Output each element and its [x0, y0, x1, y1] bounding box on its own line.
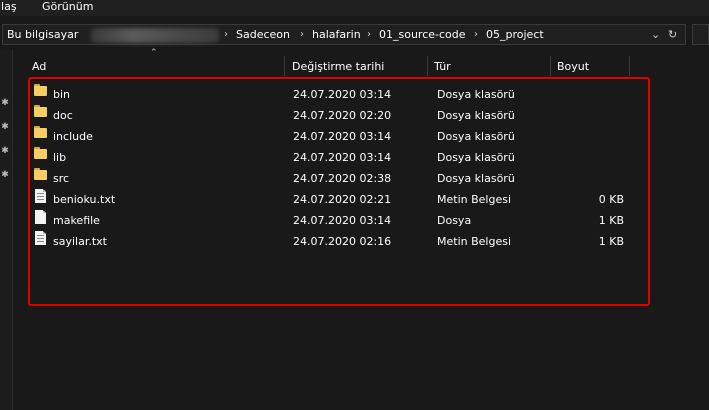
file-type: Dosya klasörü	[437, 151, 515, 164]
menu-item-share[interactable]: ılaş	[0, 0, 17, 14]
file-date: 24.07.2020 02:16	[293, 235, 392, 248]
file-row[interactable]: include 24.07.2020 03:14 Dosya klasörü	[30, 126, 650, 147]
file-name: benioku.txt	[53, 193, 116, 206]
file-date: 24.07.2020 03:14	[293, 130, 392, 143]
file-type: Dosya klasörü	[437, 172, 515, 185]
file-icon	[35, 210, 46, 224]
file-date: 24.07.2020 03:14	[293, 214, 392, 227]
chevron-right-icon[interactable]: ›	[367, 25, 371, 45]
file-row[interactable]: makefile 24.07.2020 03:14 Dosya 1 KB	[30, 210, 650, 231]
column-divider[interactable]	[427, 56, 428, 76]
file-row[interactable]: lib 24.07.2020 03:14 Dosya klasörü	[30, 147, 650, 168]
file-name: include	[53, 130, 93, 143]
column-header-size[interactable]: Boyut	[557, 56, 589, 78]
column-divider[interactable]	[550, 56, 551, 76]
file-row[interactable]: doc 24.07.2020 02:20 Dosya klasörü	[30, 105, 650, 126]
address-box[interactable]: Bu bilgisayar › Sadeceon › halafarin › 0…	[2, 24, 686, 45]
sort-ascending-icon: ⌃	[150, 48, 158, 58]
breadcrumb-project[interactable]: 05_project	[486, 25, 544, 45]
file-row[interactable]: benioku.txt 24.07.2020 02:21 Metin Belge…	[30, 189, 650, 210]
pin-icon: ✱	[1, 98, 9, 108]
refresh-icon[interactable]: ↻	[668, 25, 677, 45]
file-size: 0 KB	[598, 193, 624, 206]
breadcrumb-sadeceon[interactable]: Sadeceon	[236, 25, 290, 45]
folder-icon	[34, 147, 47, 159]
folder-icon	[34, 126, 47, 138]
column-header-date[interactable]: Değiştirme tarihi	[292, 56, 384, 78]
pin-icon: ✱	[1, 170, 9, 180]
pin-icon: ✱	[1, 122, 9, 132]
chevron-right-icon[interactable]: ›	[474, 25, 478, 45]
file-name: sayilar.txt	[53, 235, 107, 248]
file-type: Metin Belgesi	[437, 193, 512, 206]
menu-item-view[interactable]: Görünüm	[42, 0, 93, 14]
column-divider[interactable]	[284, 56, 285, 76]
file-size: 1 KB	[598, 235, 624, 248]
file-name: makefile	[53, 214, 100, 227]
file-type: Dosya	[437, 214, 472, 227]
file-row[interactable]: sayilar.txt 24.07.2020 02:16 Metin Belge…	[30, 231, 650, 252]
pin-icon: ✱	[1, 146, 9, 156]
file-date: 24.07.2020 02:38	[293, 172, 392, 185]
file-name: bin	[53, 88, 71, 101]
file-name: doc	[53, 109, 73, 122]
file-name: src	[53, 172, 70, 185]
menu-bar: ılaş Görünüm	[0, 0, 709, 16]
file-row[interactable]: src 24.07.2020 02:38 Dosya klasörü	[30, 168, 650, 189]
breadcrumb-this-pc[interactable]: Bu bilgisayar	[7, 25, 78, 45]
folder-icon	[34, 84, 47, 96]
search-box-edge[interactable]	[692, 24, 709, 45]
folder-icon	[34, 168, 47, 180]
file-type: Dosya klasörü	[437, 88, 515, 101]
text-file-icon	[35, 189, 46, 203]
column-header: ⌃ Ad Değiştirme tarihi Tür Boyut	[22, 48, 709, 78]
redacted-breadcrumb	[91, 28, 219, 43]
address-dropdown-icon[interactable]: ⌄	[651, 25, 660, 45]
navigation-pane: ✱ ✱ ✱ ✱	[0, 50, 13, 410]
file-date: 24.07.2020 03:14	[293, 151, 392, 164]
breadcrumb-source-code[interactable]: 01_source-code	[379, 25, 466, 45]
file-date: 24.07.2020 02:20	[293, 109, 392, 122]
file-size: 1 KB	[598, 214, 624, 227]
folder-icon	[34, 105, 47, 117]
column-header-type[interactable]: Tür	[434, 56, 451, 78]
column-header-name[interactable]: Ad	[32, 56, 46, 78]
file-type: Dosya klasörü	[437, 109, 515, 122]
file-date: 24.07.2020 03:14	[293, 88, 392, 101]
column-divider[interactable]	[629, 56, 630, 76]
text-file-icon	[35, 231, 46, 245]
file-name: lib	[53, 151, 67, 164]
file-row[interactable]: bin 24.07.2020 03:14 Dosya klasörü	[30, 84, 650, 105]
file-date: 24.07.2020 02:21	[293, 193, 392, 206]
file-type: Dosya klasörü	[437, 130, 515, 143]
chevron-right-icon[interactable]: ›	[300, 25, 304, 45]
breadcrumb-halafarin[interactable]: halafarin	[312, 25, 361, 45]
address-bar: Bu bilgisayar › Sadeceon › halafarin › 0…	[0, 20, 709, 50]
file-type: Metin Belgesi	[437, 235, 512, 248]
chevron-right-icon[interactable]: ›	[224, 25, 228, 45]
